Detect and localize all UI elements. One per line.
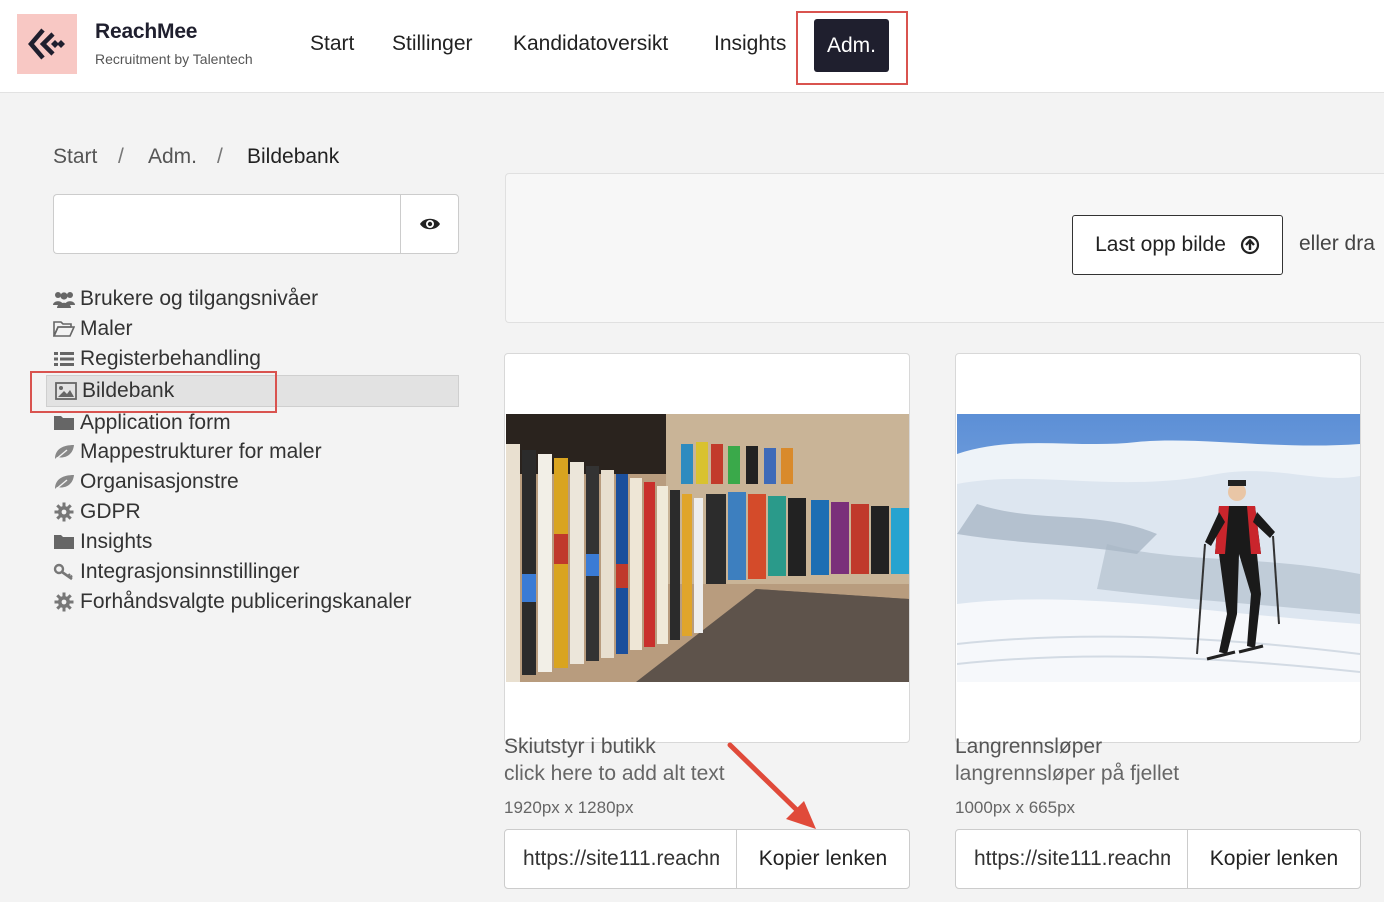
image-thumbnail-skier[interactable] — [957, 414, 1360, 682]
image-alt-text[interactable]: click here to add alt text — [504, 762, 725, 786]
menu-item-label: Organisasjonstre — [80, 470, 239, 493]
menu-item-mappestrukturer[interactable]: Mappestrukturer for maler — [53, 437, 322, 467]
image-card — [955, 353, 1361, 743]
menu-item-label: Mappestrukturer for maler — [80, 440, 322, 463]
nav-kandidatoversikt[interactable]: Kandidatoversikt — [513, 32, 668, 56]
menu-item-label: GDPR — [80, 500, 141, 523]
image-title: Skiutstyr i butikk — [504, 735, 656, 758]
breadcrumb-start[interactable]: Start — [53, 145, 97, 169]
copy-link-button[interactable]: Kopier lenken — [736, 829, 910, 889]
breadcrumb-separator: / — [217, 145, 223, 168]
nav-start[interactable]: Start — [310, 32, 354, 56]
breadcrumb-current: Bildebank — [247, 145, 340, 168]
image-card — [504, 353, 910, 743]
reachmee-logo[interactable] — [17, 14, 77, 74]
menu-item-label: Forhåndsvalgte publiceringskanaler — [80, 590, 412, 613]
copy-link-button[interactable]: Kopier lenken — [1187, 829, 1361, 889]
visibility-toggle-button[interactable] — [400, 194, 459, 254]
menu-item-brukere[interactable]: Brukere og tilgangsnivåer — [53, 284, 318, 314]
users-icon — [53, 289, 75, 309]
menu-item-registerbehandling[interactable]: Registerbehandling — [53, 344, 261, 374]
gear-icon — [53, 502, 75, 522]
image-icon — [55, 381, 77, 401]
menu-item-publiceringskanaler[interactable]: Forhåndsvalgte publiceringskanaler — [53, 587, 412, 617]
upload-image-button[interactable]: Last opp bilde — [1072, 215, 1283, 275]
menu-item-label: Insights — [80, 530, 153, 553]
breadcrumb-separator: / — [118, 145, 124, 168]
folder-icon — [53, 532, 75, 552]
eye-icon — [419, 218, 440, 230]
image-url-field[interactable] — [955, 829, 1189, 889]
image-title: Langrennsløper — [955, 735, 1103, 758]
menu-item-label: Maler — [80, 317, 133, 340]
image-dimensions: 1000px x 665px — [955, 798, 1076, 817]
logo-icon — [28, 28, 65, 60]
menu-item-label: Integrasjonsinnstillinger — [80, 560, 300, 583]
image-alt-text[interactable]: langrennsløper på fjellet — [955, 762, 1179, 786]
image-dimensions: 1920px x 1280px — [504, 798, 634, 817]
menu-item-maler[interactable]: Maler — [53, 314, 133, 344]
folder-icon — [53, 413, 75, 433]
image-thumbnail-ski-shop[interactable] — [506, 414, 909, 682]
nav-insights[interactable]: Insights — [714, 32, 786, 56]
gear-icon — [53, 592, 75, 612]
menu-item-integrasjonsinnstillinger[interactable]: Integrasjonsinnstillinger — [53, 557, 299, 587]
breadcrumb-adm[interactable]: Adm. — [148, 145, 197, 169]
menu-item-label: Brukere og tilgangsnivåer — [80, 287, 319, 310]
menu-item-application-form[interactable]: Application form — [53, 408, 231, 438]
menu-item-insights[interactable]: Insights — [53, 527, 152, 557]
key-icon — [53, 562, 75, 582]
nav-adm[interactable]: Adm. — [814, 19, 889, 72]
folder-open-icon — [53, 319, 75, 339]
menu-item-label: Application form — [80, 411, 231, 434]
menu-item-label: Registerbehandling — [80, 347, 261, 370]
leaf-icon — [53, 442, 75, 462]
menu-item-organisasjonstre[interactable]: Organisasjonstre — [53, 467, 239, 497]
menu-item-bildebank[interactable]: Bildebank — [55, 376, 174, 406]
menu-item-label: Bildebank — [82, 379, 175, 402]
nav-stillinger[interactable]: Stillinger — [392, 32, 473, 56]
annotation-arrow-icon — [727, 742, 816, 829]
upload-drag-hint: eller dra — [1299, 232, 1375, 255]
list-icon — [53, 349, 75, 369]
image-url-field[interactable] — [504, 829, 738, 889]
menu-search-input[interactable] — [53, 194, 401, 254]
upload-button-label: Last opp bilde — [1095, 233, 1226, 256]
brand-name: ReachMee — [95, 20, 198, 43]
upload-arrow-icon — [1240, 235, 1259, 255]
menu-item-gdpr[interactable]: GDPR — [53, 497, 141, 527]
brand-subtitle: Recruitment by Talentech — [95, 51, 253, 67]
top-header: ReachMee Recruitment by Talentech Start … — [0, 0, 1384, 93]
leaf-icon — [53, 472, 75, 492]
